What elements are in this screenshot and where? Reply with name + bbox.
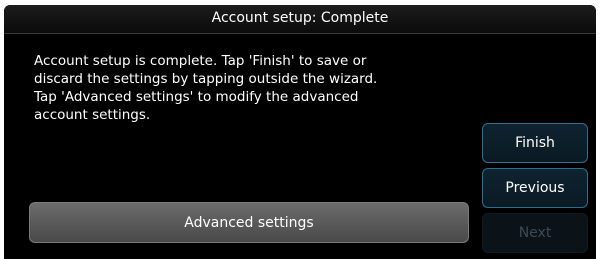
finish-button[interactable]: Finish (482, 123, 588, 163)
previous-button[interactable]: Previous (482, 168, 588, 208)
account-setup-dialog: Account setup: Complete Account setup is… (4, 5, 596, 259)
dialog-titlebar: Account setup: Complete (4, 5, 596, 34)
completion-message: Account setup is complete. Tap 'Finish' … (34, 53, 378, 123)
dialog-title: Account setup: Complete (211, 10, 389, 26)
next-button: Next (482, 213, 588, 253)
advanced-settings-button[interactable]: Advanced settings (29, 202, 469, 243)
